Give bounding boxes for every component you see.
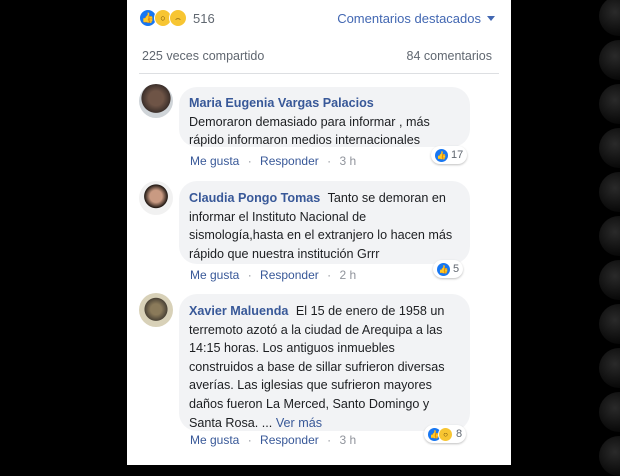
divider [139, 73, 499, 74]
blurred-avatar [599, 0, 620, 36]
comment-text: El 15 de enero de 1958 un terremoto azot… [189, 304, 445, 430]
comment-actions: Me gusta · Responder · 3 h [190, 153, 356, 169]
like-link[interactable]: Me gusta [190, 154, 239, 168]
separator: · [247, 268, 252, 282]
blurred-avatar [599, 216, 620, 256]
separator: · [247, 433, 252, 447]
comment-actions: Me gusta · Responder · 3 h [190, 432, 356, 448]
blurred-avatar [599, 436, 620, 476]
featured-comments-dropdown[interactable]: Comentarios destacados [337, 7, 495, 29]
separator: · [327, 433, 332, 447]
like-icon: 👍 [435, 148, 448, 162]
comment-time[interactable]: 3 h [339, 433, 356, 447]
separator: · [327, 154, 332, 168]
blurred-avatar [599, 304, 620, 344]
like-link[interactable]: Me gusta [190, 268, 239, 282]
separator: · [327, 268, 332, 282]
avatar[interactable] [139, 84, 173, 118]
featured-comments-label: Comentarios destacados [337, 10, 481, 26]
reply-link[interactable]: Responder [260, 433, 319, 447]
reply-link[interactable]: Responder [260, 154, 319, 168]
comment-author[interactable]: Xavier Maluenda [189, 304, 288, 318]
wow-icon: ○ [438, 426, 453, 442]
separator: · [247, 154, 252, 168]
like-icon: 👍 [437, 262, 450, 276]
comments-panel: 👍 ○ ⌢ 516 Comentarios destacados 225 vec… [127, 0, 511, 465]
comment-time[interactable]: 2 h [339, 268, 356, 282]
comment-reactions-badge[interactable]: 👍 5 [433, 260, 464, 278]
comment-time[interactable]: 3 h [339, 154, 356, 168]
blurred-avatar [599, 172, 620, 212]
sad-icon: ⌢ [169, 9, 187, 27]
comments-count[interactable]: 84 comentarios [407, 49, 492, 63]
comment-author[interactable]: Claudia Pongo Tomas [189, 191, 320, 205]
comment-bubble: Xavier Maluenda El 15 de enero de 1958 u… [179, 294, 470, 431]
blurred-avatar [599, 260, 620, 300]
comment-reaction-count: 5 [453, 263, 460, 275]
blurred-avatar [599, 128, 620, 168]
reply-link[interactable]: Responder [260, 268, 319, 282]
page-background-left [0, 0, 127, 465]
chevron-down-icon [487, 15, 495, 21]
reaction-count: 516 [193, 10, 215, 26]
comment-reactions-badge[interactable]: 👍 17 [431, 146, 468, 164]
blurred-avatar [599, 348, 620, 388]
comment-reactions-badge[interactable]: 👍 ○ 8 [424, 425, 467, 443]
avatar[interactable] [139, 293, 173, 327]
post-stats-row: 👍 ○ ⌢ 516 Comentarios destacados [139, 7, 499, 29]
share-comment-counts: 225 veces compartido 84 comentarios [142, 47, 492, 65]
comment-bubble: Claudia Pongo Tomas Tanto se demoran en … [179, 181, 470, 264]
blurred-avatar [599, 84, 620, 124]
shares-count[interactable]: 225 veces compartido [142, 49, 264, 63]
comment-reaction-count: 17 [451, 149, 464, 161]
comment-bubble: Maria Eugenia Vargas Palacios Demoraron … [179, 87, 470, 147]
like-link[interactable]: Me gusta [190, 433, 239, 447]
reactions-summary[interactable]: 👍 ○ ⌢ 516 [139, 7, 215, 29]
comment-actions: Me gusta · Responder · 2 h [190, 267, 356, 283]
comment-text: Demoraron demasiado para informar , más … [189, 114, 430, 148]
blurred-avatar [599, 40, 620, 80]
see-more-link[interactable]: Ver más [276, 416, 322, 430]
blurred-avatar [599, 392, 620, 432]
comment-reaction-count: 8 [456, 428, 463, 440]
comment-author[interactable]: Maria Eugenia Vargas Palacios [189, 96, 374, 110]
page-background-right [511, 0, 620, 476]
avatar[interactable] [139, 181, 173, 215]
